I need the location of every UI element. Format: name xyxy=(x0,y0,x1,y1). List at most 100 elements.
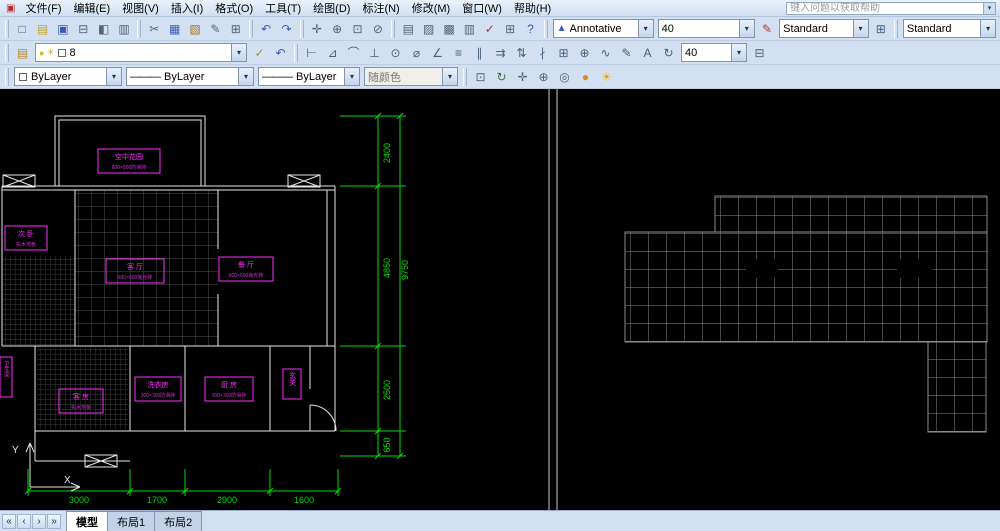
dropdown-arrow-icon[interactable]: ▾ xyxy=(980,20,996,37)
sun-properties-icon[interactable]: ☀ xyxy=(596,66,617,87)
menu-window[interactable]: 窗口(W) xyxy=(456,0,508,17)
match-properties-icon[interactable]: ✎ xyxy=(205,18,225,39)
markup-set-manager-icon[interactable]: ✓ xyxy=(480,18,500,39)
dim-arc-length-icon[interactable]: ⌒ xyxy=(343,42,364,63)
dim-style-manager-icon[interactable]: ⊟ xyxy=(749,42,770,63)
zoom-previous-icon[interactable]: ⊘ xyxy=(368,18,388,39)
menu-edit[interactable]: 编辑(E) xyxy=(68,0,117,17)
table-style-icon[interactable]: ⊞ xyxy=(871,18,891,39)
style-brush-icon[interactable]: ✎ xyxy=(757,18,777,39)
cut-icon[interactable]: ✂ xyxy=(144,18,164,39)
open-file-icon[interactable]: ▤ xyxy=(32,18,52,39)
toolbar-grip[interactable] xyxy=(5,19,9,38)
tab-nav-prev-icon[interactable]: ‹ xyxy=(17,513,31,529)
designcenter-icon[interactable]: ▨ xyxy=(418,18,438,39)
dim-edit-icon[interactable]: ✎ xyxy=(616,42,637,63)
dim-angular-icon[interactable]: ∠ xyxy=(427,42,448,63)
menu-draw[interactable]: 绘图(D) xyxy=(307,0,356,17)
dim-space-icon[interactable]: ⇅ xyxy=(511,42,532,63)
plot-preview-icon[interactable]: ◧ xyxy=(93,18,113,39)
tab-layout1[interactable]: 布局1 xyxy=(107,511,156,531)
toolbar-grip[interactable] xyxy=(294,43,298,62)
menu-help[interactable]: 帮助(H) xyxy=(508,0,557,17)
3d-orbit-icon[interactable]: ↻ xyxy=(491,66,512,87)
help-search-input[interactable] xyxy=(786,1,984,15)
plot-icon[interactable]: ⊟ xyxy=(73,18,93,39)
tab-layout2[interactable]: 布局2 xyxy=(154,511,203,531)
copy-icon[interactable]: ▦ xyxy=(165,18,185,39)
menu-view[interactable]: 视图(V) xyxy=(116,0,165,17)
toolbar-grip[interactable] xyxy=(5,67,9,86)
annotation-scale-combo[interactable]: ▲ Annotative ▾ xyxy=(552,19,654,38)
menu-dimension[interactable]: 标注(N) xyxy=(356,0,405,17)
toolbar-grip[interactable] xyxy=(391,19,396,38)
camera-icon[interactable]: ◎ xyxy=(554,66,575,87)
menu-file[interactable]: 文件(F) xyxy=(19,0,67,17)
toolbar-grip[interactable] xyxy=(543,19,548,38)
dim-update-icon[interactable]: ↻ xyxy=(658,42,679,63)
tolerance-icon[interactable]: ⊞ xyxy=(553,42,574,63)
dropdown-arrow-icon[interactable]: ▾ xyxy=(731,44,746,61)
dim-continue-icon[interactable]: ⇉ xyxy=(490,42,511,63)
toolbar-grip[interactable] xyxy=(137,19,142,38)
color-combo[interactable]: ByLayer ▾ xyxy=(14,67,122,86)
menu-insert[interactable]: 插入(I) xyxy=(165,0,209,17)
sheet-set-manager-icon[interactable]: ▥ xyxy=(459,18,479,39)
make-object-layer-current-icon[interactable]: ✓ xyxy=(249,42,270,63)
toolbar-grip[interactable] xyxy=(893,19,898,38)
menu-modify[interactable]: 修改(M) xyxy=(406,0,457,17)
menu-tools[interactable]: 工具(T) xyxy=(259,0,307,17)
tab-nav-next-icon[interactable]: › xyxy=(32,513,46,529)
quick-dimension-icon[interactable]: ≡ xyxy=(448,42,469,63)
tab-model[interactable]: 模型 xyxy=(66,511,108,531)
menu-format[interactable]: 格式(O) xyxy=(209,0,259,17)
dim-linear-icon[interactable]: ⊢ xyxy=(301,42,322,63)
properties-palette-icon[interactable]: ▤ xyxy=(398,18,418,39)
help-dropdown-arrow-icon[interactable]: ▾ xyxy=(984,1,996,15)
render-icon[interactable]: ● xyxy=(575,66,596,87)
dim-diameter-icon[interactable]: ⌀ xyxy=(406,42,427,63)
dim-style-combo[interactable]: 40 ▾ xyxy=(681,43,747,62)
center-mark-icon[interactable]: ⊕ xyxy=(574,42,595,63)
dropdown-arrow-icon[interactable]: ▾ xyxy=(442,68,457,85)
zoom-window-icon[interactable]: ⊡ xyxy=(347,18,367,39)
publish-icon[interactable]: ▥ xyxy=(114,18,134,39)
dim-ordinate-icon[interactable]: ⊥ xyxy=(364,42,385,63)
pan-icon[interactable]: ✛ xyxy=(307,18,327,39)
dim-radius-icon[interactable]: ⊙ xyxy=(385,42,406,63)
toolbar-grip[interactable] xyxy=(463,67,467,86)
toolbar-grip[interactable] xyxy=(299,19,304,38)
3d-zoom-icon[interactable]: ⊕ xyxy=(533,66,554,87)
zoom-realtime-icon[interactable]: ⊕ xyxy=(327,18,347,39)
dropdown-arrow-icon[interactable]: ▾ xyxy=(106,68,121,85)
layer-properties-manager-icon[interactable]: ▤ xyxy=(12,42,33,63)
dim-baseline-icon[interactable]: ∥ xyxy=(469,42,490,63)
dropdown-arrow-icon[interactable]: ▾ xyxy=(238,68,253,85)
plot-style-combo[interactable]: 随颜色 ▾ xyxy=(364,67,458,86)
toolbar-grip[interactable] xyxy=(249,19,253,38)
tool-palettes-icon[interactable]: ▩ xyxy=(439,18,459,39)
layer-combo[interactable]: ● ☀ 8 ▾ xyxy=(35,43,247,62)
dim-jog-icon[interactable]: ∿ xyxy=(595,42,616,63)
dropdown-arrow-icon[interactable]: ▾ xyxy=(852,20,868,37)
tab-nav-last-icon[interactable]: » xyxy=(47,513,61,529)
dropdown-arrow-icon[interactable]: ▾ xyxy=(231,44,246,61)
lineweight-combo[interactable]: ——— ByLayer ▾ xyxy=(258,67,360,86)
drawing-canvas[interactable]: 2400 4850 2500 650 9750 3000 1700 2900 1… xyxy=(0,89,1000,510)
undo-icon[interactable]: ↶ xyxy=(256,18,276,39)
save-icon[interactable]: ▣ xyxy=(53,18,73,39)
text-style-combo[interactable]: Standard ▾ xyxy=(779,19,869,38)
3d-pan-icon[interactable]: ✛ xyxy=(512,66,533,87)
dim-break-icon[interactable]: ∤ xyxy=(532,42,553,63)
linetype-combo[interactable]: ——— ByLayer ▾ xyxy=(126,67,254,86)
tab-nav-first-icon[interactable]: « xyxy=(2,513,16,529)
text-height-combo[interactable]: 40 ▾ xyxy=(657,19,755,38)
dropdown-arrow-icon[interactable]: ▾ xyxy=(344,68,359,85)
help-icon[interactable]: ? xyxy=(520,18,540,39)
dim-text-edit-icon[interactable]: A xyxy=(637,42,658,63)
mleader-style-combo[interactable]: Standard ▾ xyxy=(902,19,997,38)
quickcalc-icon[interactable]: ⊞ xyxy=(500,18,520,39)
toolbar-grip[interactable] xyxy=(5,43,9,62)
paste-icon[interactable]: ▧ xyxy=(185,18,205,39)
dim-aligned-icon[interactable]: ⊿ xyxy=(322,42,343,63)
